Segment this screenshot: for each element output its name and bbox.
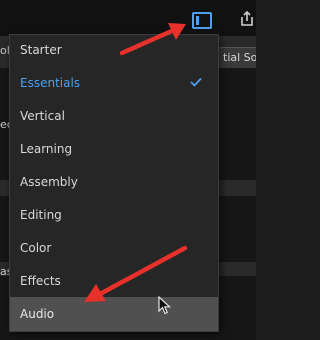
mouse-cursor-icon — [158, 296, 172, 315]
menu-item-learning[interactable]: Learning — [10, 134, 218, 164]
menu-item-color[interactable]: Color — [10, 233, 218, 263]
menu-item-audio[interactable]: Audio — [10, 297, 218, 331]
menu-item-label: Editing — [20, 208, 62, 222]
menu-item-label: Effects — [20, 274, 61, 288]
menu-item-label: Assembly — [20, 175, 78, 189]
tab-label: tial Sou — [223, 51, 256, 64]
menu-item-label: Vertical — [20, 109, 65, 123]
panel-layout-icon[interactable] — [192, 12, 212, 29]
menu-item-effects[interactable]: Effects — [10, 266, 218, 296]
menu-item-starter[interactable]: Starter — [10, 35, 218, 65]
menu-item-editing[interactable]: Editing — [10, 200, 218, 230]
menu-item-label: Audio — [20, 307, 55, 321]
menu-item-label: Learning — [20, 142, 73, 156]
menu-item-vertical[interactable]: Vertical — [10, 101, 218, 131]
menu-item-label: Color — [20, 241, 52, 255]
menu-item-essentials[interactable]: Essentials — [10, 68, 218, 98]
menu-item-assembly[interactable]: Assembly — [10, 167, 218, 197]
tab-essential-sound[interactable]: tial Sou — [218, 47, 256, 68]
checkmark-icon — [190, 77, 202, 87]
menu-item-label: Essentials — [20, 76, 81, 90]
menu-item-label: Starter — [20, 43, 62, 57]
export-share-icon[interactable] — [238, 10, 256, 28]
top-toolbar — [0, 0, 256, 36]
workspace-menu: Starter Essentials Vertical Learning Ass… — [9, 34, 219, 332]
app-window: olo tial Sou ec as Starter Essentials Ve… — [0, 0, 256, 340]
